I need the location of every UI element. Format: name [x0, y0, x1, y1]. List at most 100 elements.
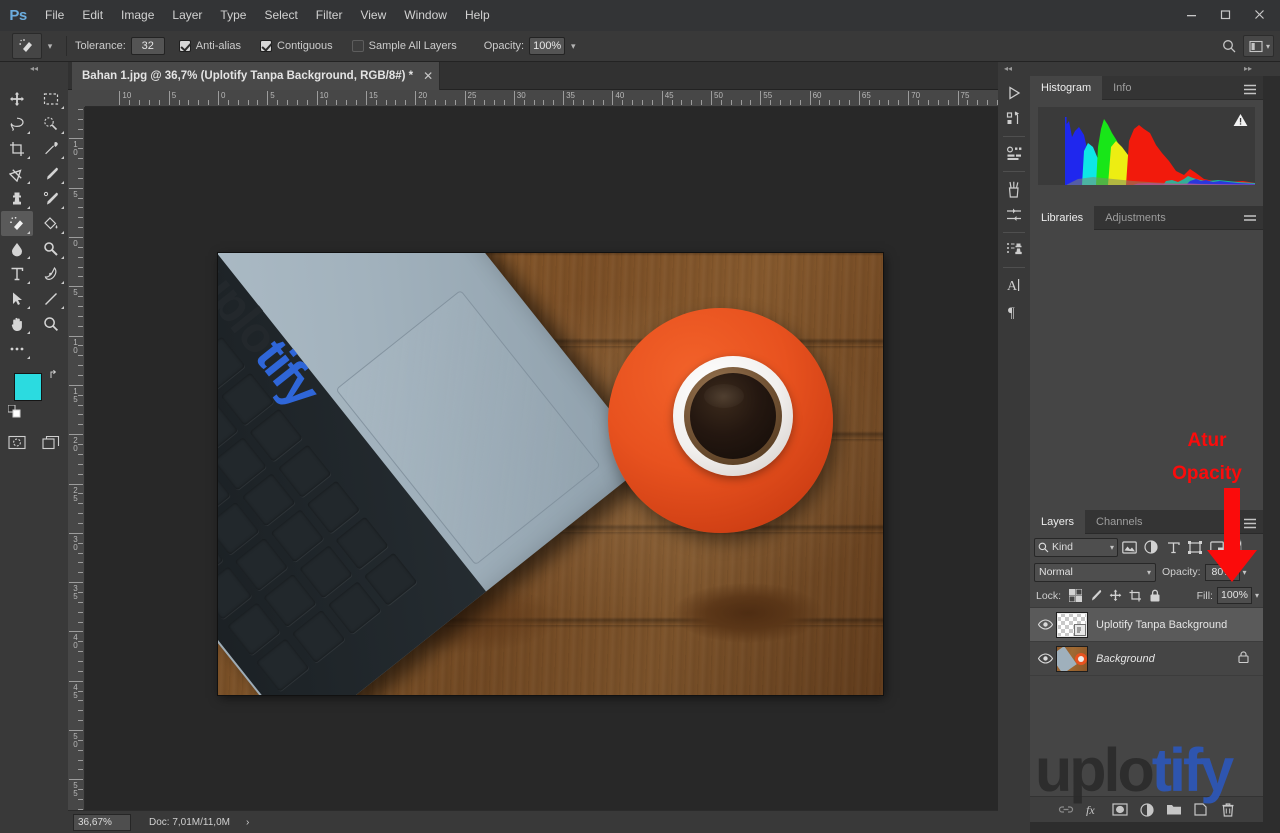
- filter-adjustment-icon[interactable]: [1140, 538, 1162, 557]
- screen-mode-icon[interactable]: [42, 435, 60, 455]
- table-row[interactable]: Background: [1030, 642, 1263, 676]
- filter-type-icon[interactable]: [1162, 538, 1184, 557]
- pen-tool[interactable]: [35, 261, 67, 286]
- lock-image-pixels-icon[interactable]: [1085, 587, 1105, 605]
- layer-visibility-icon[interactable]: [1034, 653, 1056, 664]
- play-icon[interactable]: [998, 80, 1030, 106]
- collapse-right-icon[interactable]: ▸▸: [1244, 62, 1252, 76]
- line-tool[interactable]: [35, 286, 67, 311]
- layer-visibility-icon[interactable]: [1034, 619, 1056, 630]
- minimize-button[interactable]: [1174, 2, 1208, 26]
- opacity-chevron-icon[interactable]: ▾: [565, 41, 581, 52]
- swap-colors-icon[interactable]: [49, 369, 60, 383]
- tool-preset-chevron-icon[interactable]: ▾: [42, 41, 58, 52]
- blend-mode-select[interactable]: Normal ▾: [1034, 562, 1156, 582]
- new-group-icon[interactable]: [1160, 797, 1187, 823]
- fill-input[interactable]: 100%: [1216, 587, 1252, 604]
- horizontal-type-tool[interactable]: [1, 261, 33, 286]
- magic-eraser-icon[interactable]: [12, 33, 42, 59]
- lock-transparent-pixels-icon[interactable]: [1065, 587, 1085, 605]
- contiguous-checkbox[interactable]: Contiguous: [260, 40, 338, 52]
- menu-item-edit[interactable]: Edit: [73, 0, 112, 31]
- menu-item-type[interactable]: Type: [211, 0, 255, 31]
- maximize-button[interactable]: [1208, 2, 1242, 26]
- vertical-ruler[interactable]: 1050510152025303540455055: [68, 107, 85, 810]
- opacity-input[interactable]: 100%: [529, 37, 566, 55]
- brush-tool[interactable]: [35, 161, 67, 186]
- quick-selection-tool[interactable]: [35, 111, 67, 136]
- move-tool[interactable]: [1, 86, 33, 111]
- collapse-left-icon[interactable]: ◂◂: [1004, 62, 1012, 76]
- filter-kind-select[interactable]: Kind ▾: [1034, 537, 1118, 557]
- path-selection-tool[interactable]: [1, 286, 33, 311]
- foreground-color-swatch[interactable]: [14, 373, 42, 401]
- tab-info[interactable]: Info: [1102, 76, 1142, 100]
- history-icon[interactable]: [998, 106, 1030, 132]
- link-layers-icon[interactable]: [1052, 797, 1079, 823]
- history-brush-tool[interactable]: [35, 186, 67, 211]
- layer-lock-icon[interactable]: [1238, 650, 1249, 668]
- search-icon[interactable]: [1217, 34, 1243, 58]
- blur-tool[interactable]: [1, 236, 33, 261]
- lasso-tool[interactable]: [1, 111, 33, 136]
- filter-shape-icon[interactable]: [1184, 538, 1206, 557]
- dock-collapse-bar[interactable]: ◂◂ ▸▸: [998, 62, 1280, 76]
- layer-thumbnail[interactable]: [1056, 645, 1088, 672]
- filter-pixel-icon[interactable]: [1118, 538, 1140, 557]
- spot-healing-brush-tool[interactable]: [1, 161, 33, 186]
- canvas-workspace[interactable]: uplotify: [85, 107, 998, 810]
- tab-channels[interactable]: Channels: [1085, 510, 1153, 534]
- tolerance-input[interactable]: 32: [130, 37, 165, 55]
- menu-item-view[interactable]: View: [351, 0, 395, 31]
- workspace-switcher-button[interactable]: ▾: [1242, 35, 1274, 57]
- status-expand-icon[interactable]: ›: [246, 817, 249, 828]
- properties-icon[interactable]: [998, 141, 1030, 167]
- panel-menu-icon[interactable]: [1243, 212, 1257, 230]
- anti-alias-checkbox[interactable]: Anti-alias: [178, 40, 246, 52]
- paint-bucket-tool[interactable]: [35, 211, 67, 236]
- rectangular-marquee-tool[interactable]: [35, 86, 67, 111]
- layer-style-icon[interactable]: fx: [1079, 797, 1106, 823]
- layer-thumbnail[interactable]: [1056, 611, 1088, 638]
- close-icon[interactable]: ✕: [423, 69, 433, 83]
- quick-mask-icon[interactable]: [8, 435, 26, 455]
- ruler-corner[interactable]: [68, 90, 85, 107]
- crop-tool[interactable]: [1, 136, 33, 161]
- magic-eraser-tool[interactable]: [1, 211, 33, 236]
- tab-libraries[interactable]: Libraries: [1030, 206, 1095, 230]
- brush-settings-icon[interactable]: [998, 202, 1030, 228]
- clone-stamp-tool[interactable]: [1, 186, 33, 211]
- menu-item-filter[interactable]: Filter: [307, 0, 352, 31]
- zoom-tool[interactable]: [35, 311, 67, 336]
- toolbar-collapse-button[interactable]: ◂◂: [0, 62, 68, 76]
- histogram-warning-icon[interactable]: [1233, 113, 1248, 132]
- zoom-level-input[interactable]: 36,67%: [73, 813, 131, 831]
- menu-item-image[interactable]: Image: [112, 0, 163, 31]
- menu-item-help[interactable]: Help: [456, 0, 499, 31]
- delete-layer-icon[interactable]: [1214, 797, 1241, 823]
- document-tab[interactable]: Bahan 1.jpg @ 36,7% (Uplotify Tanpa Back…: [72, 62, 441, 90]
- adjustment-layer-icon[interactable]: [1133, 797, 1160, 823]
- new-layer-icon[interactable]: [1187, 797, 1214, 823]
- eyedropper-tool[interactable]: [35, 136, 67, 161]
- hand-tool[interactable]: [1, 311, 33, 336]
- sample-all-layers-checkbox[interactable]: Sample All Layers: [351, 40, 462, 52]
- edit-toolbar-tool[interactable]: [1, 336, 33, 361]
- close-button[interactable]: [1242, 2, 1276, 26]
- table-row[interactable]: Uplotify Tanpa Background: [1030, 608, 1263, 642]
- panel-menu-icon[interactable]: [1243, 82, 1257, 100]
- tab-histogram[interactable]: Histogram: [1030, 76, 1103, 100]
- fill-chevron-icon[interactable]: ▾: [1255, 591, 1259, 600]
- brushes-icon[interactable]: [998, 176, 1030, 202]
- menu-item-window[interactable]: Window: [395, 0, 456, 31]
- menu-item-layer[interactable]: Layer: [163, 0, 211, 31]
- horizontal-ruler[interactable]: 10 5 0 5 10 15 20 25 30 35 40 45 50 55 60 65 70 75: [68, 90, 998, 107]
- menu-item-select[interactable]: Select: [255, 0, 306, 31]
- add-mask-icon[interactable]: [1106, 797, 1133, 823]
- clone-source-icon[interactable]: [998, 237, 1030, 263]
- dodge-tool[interactable]: [35, 236, 67, 261]
- menu-item-file[interactable]: File: [36, 0, 73, 31]
- lock-artboard-icon[interactable]: [1125, 587, 1145, 605]
- lock-position-icon[interactable]: [1105, 587, 1125, 605]
- default-colors-icon[interactable]: [7, 404, 21, 423]
